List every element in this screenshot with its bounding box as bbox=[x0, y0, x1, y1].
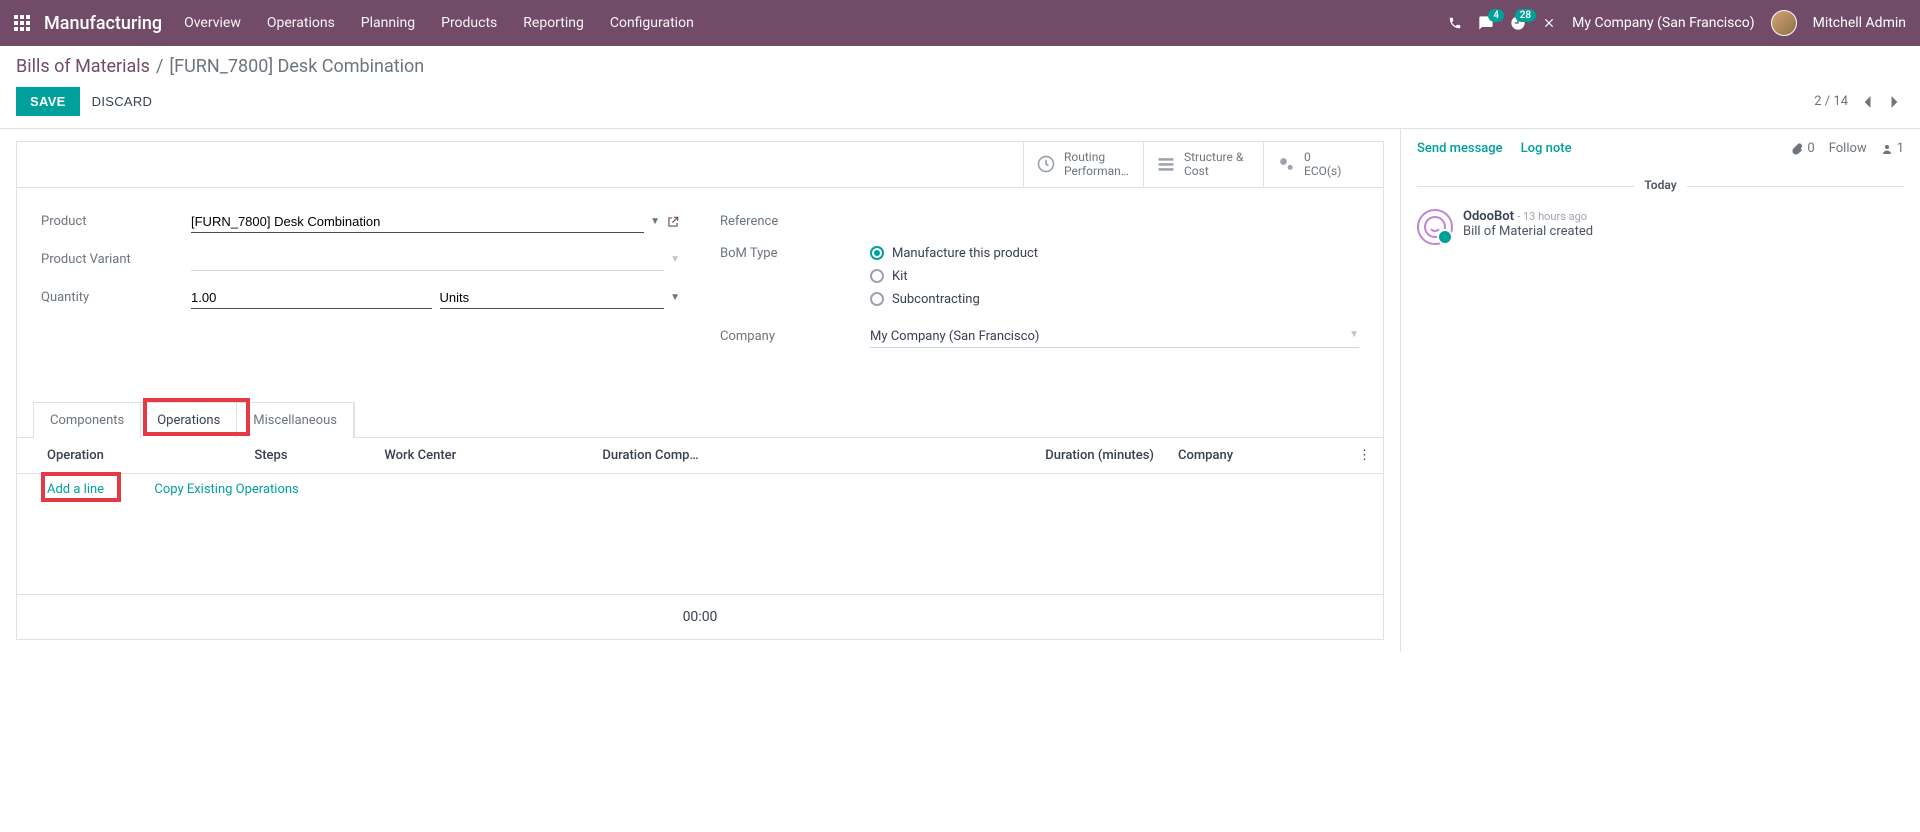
nav-planning[interactable]: Planning bbox=[361, 15, 415, 31]
tab-components[interactable]: Components bbox=[34, 403, 141, 438]
chevron-down-icon[interactable]: ▼ bbox=[670, 292, 680, 303]
stat-structure-cost[interactable]: Structure & Cost bbox=[1143, 142, 1263, 187]
message-time: - 13 hours ago bbox=[1517, 210, 1587, 223]
send-message-button[interactable]: Send message bbox=[1417, 141, 1503, 156]
quantity-field[interactable] bbox=[191, 287, 432, 309]
label-quantity: Quantity bbox=[41, 290, 191, 305]
pager-next-icon[interactable] bbox=[1886, 95, 1904, 109]
followers-count[interactable]: 1 bbox=[1881, 141, 1904, 156]
chevron-down-icon[interactable]: ▼ bbox=[650, 216, 660, 227]
radio-icon bbox=[870, 246, 884, 260]
message-text: Bill of Material created bbox=[1463, 224, 1593, 239]
col-duration-minutes[interactable]: Duration (minutes) bbox=[864, 438, 1166, 474]
tab-operations[interactable]: Operations bbox=[141, 403, 237, 438]
bom-type-radiogroup: Manufacture this product Kit Subcontract… bbox=[870, 246, 1038, 307]
label-company: Company bbox=[720, 329, 870, 344]
breadcrumb-sep: / bbox=[156, 56, 163, 77]
chevron-down-icon[interactable]: ▼ bbox=[670, 254, 680, 265]
user-icon bbox=[1881, 143, 1893, 155]
save-button[interactable]: SAVE bbox=[16, 87, 80, 116]
apps-icon[interactable] bbox=[14, 15, 30, 31]
pager-prev-icon[interactable] bbox=[1858, 95, 1876, 109]
radio-kit[interactable]: Kit bbox=[870, 269, 1038, 284]
company-field[interactable]: My Company (San Francisco) ▼ bbox=[870, 326, 1359, 348]
product-variant-field[interactable] bbox=[191, 249, 664, 271]
nav-overview[interactable]: Overview bbox=[184, 15, 241, 31]
table-footer-total: 00:00 bbox=[17, 595, 1383, 640]
message-item: OdooBot - 13 hours ago Bill of Material … bbox=[1401, 203, 1920, 251]
col-steps[interactable]: Steps bbox=[242, 438, 372, 474]
external-link-icon[interactable] bbox=[666, 215, 680, 229]
nav-items: Overview Operations Planning Products Re… bbox=[184, 15, 694, 31]
cogs-icon bbox=[1276, 154, 1296, 174]
log-note-button[interactable]: Log note bbox=[1521, 141, 1572, 156]
clock-icon bbox=[1036, 154, 1056, 174]
user-avatar[interactable] bbox=[1771, 10, 1797, 36]
attachments-button[interactable]: 0 bbox=[1791, 141, 1814, 156]
stat-ecos[interactable]: 0 ECO(s) bbox=[1263, 142, 1383, 187]
company-switcher[interactable]: My Company (San Francisco) bbox=[1572, 15, 1754, 31]
pager-text[interactable]: 2 / 14 bbox=[1814, 94, 1848, 109]
form-sheet: Routing Performan… Structure & Cost bbox=[16, 141, 1384, 640]
list-icon bbox=[1156, 154, 1176, 174]
bot-avatar-icon bbox=[1417, 209, 1453, 245]
follow-button[interactable]: Follow bbox=[1829, 141, 1867, 156]
radio-subcontracting[interactable]: Subcontracting bbox=[870, 292, 1038, 307]
messages-badge: 4 bbox=[1488, 9, 1504, 22]
radio-manufacture[interactable]: Manufacture this product bbox=[870, 246, 1038, 261]
breadcrumb-current: [FURN_7800] Desk Combination bbox=[169, 56, 424, 77]
nav-right: 4 28 My Company (San Francisco) Mitchell… bbox=[1448, 10, 1906, 36]
label-product-variant: Product Variant bbox=[41, 252, 191, 267]
chevron-down-icon: ▼ bbox=[1349, 329, 1359, 344]
stat-routing-performance[interactable]: Routing Performan… bbox=[1023, 142, 1143, 187]
nav-configuration[interactable]: Configuration bbox=[610, 15, 694, 31]
activities-icon[interactable]: 28 bbox=[1510, 15, 1526, 31]
top-nav: Manufacturing Overview Operations Planni… bbox=[0, 0, 1920, 46]
messages-icon[interactable]: 4 bbox=[1478, 15, 1494, 31]
col-operation[interactable]: Operation bbox=[17, 438, 242, 474]
tools-icon[interactable] bbox=[1542, 16, 1556, 30]
tab-miscellaneous[interactable]: Miscellaneous bbox=[237, 403, 354, 438]
discard-button[interactable]: DISCARD bbox=[92, 94, 153, 109]
notebook-tabs: Components Operations Miscellaneous bbox=[33, 402, 355, 438]
col-duration-comp[interactable]: Duration Comp… bbox=[590, 438, 864, 474]
chatter: Send message Log note 0 Follow 1 Today O… bbox=[1400, 129, 1920, 652]
nav-products[interactable]: Products bbox=[441, 15, 497, 31]
button-box: Routing Performan… Structure & Cost bbox=[17, 142, 1383, 188]
nav-operations[interactable]: Operations bbox=[267, 15, 335, 31]
col-options[interactable]: ⋮ bbox=[1346, 438, 1383, 474]
kebab-icon[interactable]: ⋮ bbox=[1358, 448, 1371, 463]
label-reference: Reference bbox=[720, 214, 870, 229]
uom-field[interactable] bbox=[440, 287, 665, 309]
breadcrumb-root[interactable]: Bills of Materials bbox=[16, 56, 150, 77]
activities-badge: 28 bbox=[1515, 9, 1536, 22]
pager: 2 / 14 bbox=[1814, 94, 1904, 109]
radio-icon bbox=[870, 292, 884, 306]
col-company[interactable]: Company bbox=[1166, 438, 1346, 474]
product-field[interactable] bbox=[191, 211, 644, 233]
tab-content-operations: Operation Steps Work Center Duration Com… bbox=[17, 437, 1383, 640]
radio-icon bbox=[870, 269, 884, 283]
col-work-center[interactable]: Work Center bbox=[372, 438, 590, 474]
breadcrumb: Bills of Materials / [FURN_7800] Desk Co… bbox=[16, 56, 1904, 77]
message-author: OdooBot bbox=[1463, 209, 1514, 224]
chat-date-divider: Today bbox=[1417, 178, 1904, 193]
phone-icon[interactable] bbox=[1448, 16, 1462, 30]
brand[interactable]: Manufacturing bbox=[44, 13, 162, 34]
label-bom-type: BoM Type bbox=[720, 246, 870, 261]
user-menu[interactable]: Mitchell Admin bbox=[1813, 15, 1906, 31]
label-product: Product bbox=[41, 214, 191, 229]
nav-reporting[interactable]: Reporting bbox=[523, 15, 584, 31]
paperclip-icon bbox=[1791, 143, 1803, 155]
add-a-line-link[interactable]: Add a line bbox=[47, 482, 104, 497]
